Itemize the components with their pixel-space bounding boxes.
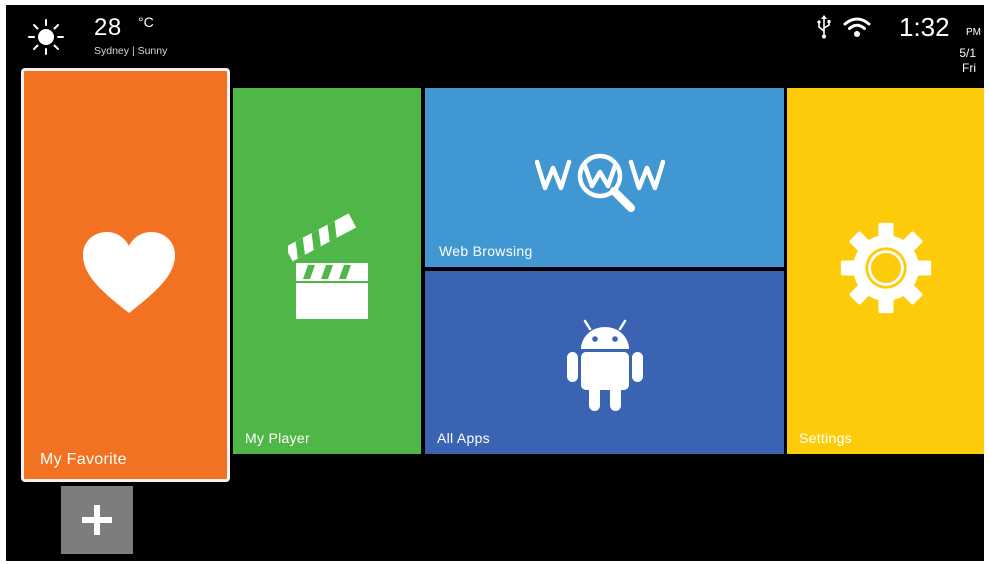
heart-icon bbox=[83, 232, 175, 313]
www-search-icon bbox=[535, 153, 665, 212]
tile-label-all-apps: All Apps bbox=[437, 430, 490, 446]
weekday-value: Fri bbox=[962, 61, 976, 75]
plus-icon bbox=[82, 505, 112, 535]
tile-all-apps[interactable]: All Apps bbox=[425, 271, 784, 454]
gear-icon bbox=[840, 222, 932, 314]
weather-location: Sydney | Sunny bbox=[94, 45, 168, 57]
home-screen: 28 °C Sydney | Sunny 1:32 PM 5/1 Fri My … bbox=[6, 5, 984, 561]
temperature-unit: °C bbox=[138, 14, 154, 30]
add-tile-button[interactable] bbox=[61, 486, 133, 554]
date-value: 5/1 bbox=[959, 46, 976, 60]
clock-date: 5/1 Fri bbox=[959, 46, 976, 76]
tile-label-web-browsing: Web Browsing bbox=[439, 243, 533, 259]
android-icon bbox=[567, 319, 643, 411]
tile-web-browsing[interactable]: Web Browsing bbox=[425, 88, 784, 267]
sun-icon bbox=[28, 19, 64, 55]
usb-icon bbox=[817, 15, 831, 39]
clapperboard-icon bbox=[288, 213, 368, 319]
tile-my-favorite[interactable]: My Favorite bbox=[21, 68, 230, 482]
tile-settings[interactable]: Settings bbox=[787, 88, 984, 454]
clock-time: 1:32 bbox=[899, 12, 950, 42]
wifi-icon bbox=[843, 17, 871, 37]
tile-my-player[interactable]: My Player bbox=[233, 88, 421, 454]
tile-label-my-favorite: My Favorite bbox=[40, 451, 127, 468]
temperature: 28 bbox=[94, 14, 122, 41]
clock-ampm: PM bbox=[966, 27, 981, 38]
tile-label-settings: Settings bbox=[799, 430, 852, 446]
tile-label-my-player: My Player bbox=[245, 430, 310, 446]
